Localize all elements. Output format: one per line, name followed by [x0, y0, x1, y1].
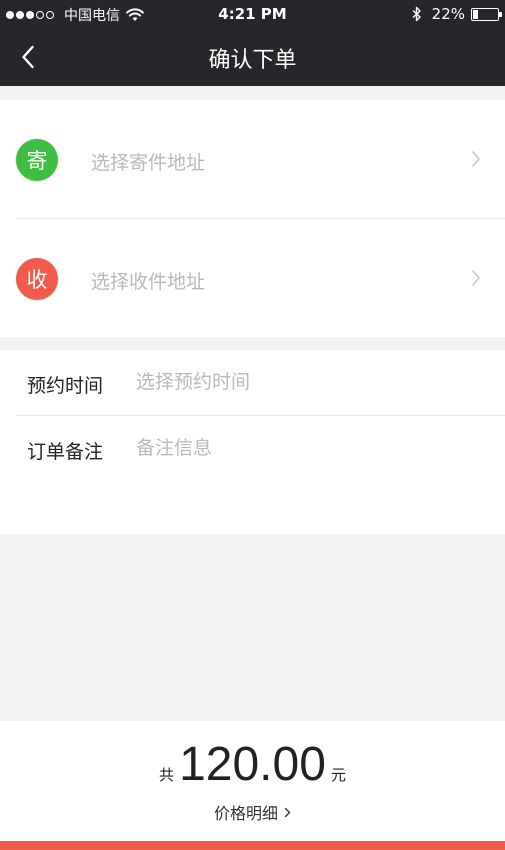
header: 中国电信 4:21 PM 22% 确认下单: [0, 0, 505, 86]
order-remark-label: 订单备注: [27, 441, 104, 463]
order-info-card: 预约时间 订单备注: [0, 350, 505, 534]
appointment-time-label: 预约时间: [27, 375, 104, 397]
order-confirm-screen: 中国电信 4:21 PM 22% 确认下单 寄 选择寄件地址 收 选择收件地址 …: [0, 0, 505, 850]
receiver-address-placeholder: 选择收件地址: [91, 271, 206, 293]
page-title: 确认下单: [208, 48, 297, 73]
sender-address-placeholder: 选择寄件地址: [91, 152, 206, 174]
navigation-bar: 确认下单: [0, 28, 505, 86]
order-remark-input[interactable]: [136, 437, 466, 459]
receiver-badge: 收: [16, 258, 58, 300]
appointment-time-row[interactable]: 预约时间: [0, 350, 505, 415]
chevron-right-icon: [284, 807, 291, 817]
battery-level: [473, 9, 478, 19]
sender-address-row[interactable]: 寄 选择寄件地址: [0, 100, 505, 218]
submit-order-bar[interactable]: [0, 841, 505, 850]
chevron-right-icon: [472, 151, 480, 167]
price-detail-label: 价格明细: [213, 804, 278, 823]
total-currency: 元: [331, 766, 347, 784]
price-detail-link[interactable]: 价格明细: [0, 800, 505, 824]
chevron-right-icon: [472, 270, 480, 286]
status-bar: 中国电信 4:21 PM 22%: [0, 0, 505, 28]
battery-nub: [499, 11, 502, 17]
order-remark-row: 订单备注: [0, 416, 505, 481]
price-panel: 共 120.00 元 价格明细: [0, 721, 505, 841]
total-price: 共 120.00 元: [0, 737, 505, 792]
bluetooth-icon: [412, 6, 421, 22]
sender-badge: 寄: [16, 139, 58, 181]
receiver-address-row[interactable]: 收 选择收件地址: [0, 219, 505, 337]
status-right: 22%: [412, 5, 502, 23]
appointment-time-field[interactable]: [136, 371, 466, 393]
total-amount: 120.00: [179, 738, 326, 791]
total-prefix: 共: [158, 766, 174, 784]
battery-percentage: 22%: [431, 5, 465, 23]
battery-icon: [471, 7, 502, 21]
address-card: 寄 选择寄件地址 收 选择收件地址: [0, 100, 505, 337]
